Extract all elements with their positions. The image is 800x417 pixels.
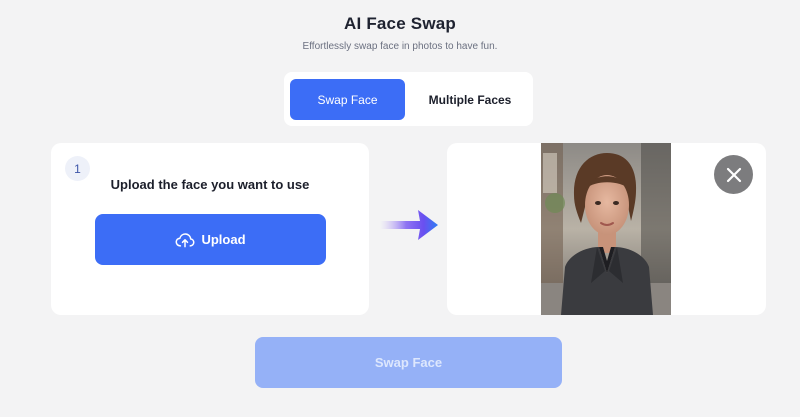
remove-photo-button[interactable] xyxy=(714,155,753,194)
tab-swap-face[interactable]: Swap Face xyxy=(290,79,405,120)
target-photo-card xyxy=(447,143,766,315)
upload-label: Upload xyxy=(201,232,246,247)
page-subtitle: Effortlessly swap face in photos to have… xyxy=(302,41,498,52)
arrow-right-icon xyxy=(380,210,438,240)
target-photo xyxy=(541,143,671,315)
upload-heading: Upload the face you want to use xyxy=(110,177,310,192)
upload-button[interactable]: Upload xyxy=(95,214,326,265)
tab-multiple-faces[interactable]: Multiple Faces xyxy=(413,79,527,120)
page-title: AI Face Swap xyxy=(344,14,456,33)
cloud-upload-icon xyxy=(175,232,195,247)
upload-card: 1 Upload the face you want to use Upload xyxy=(51,143,369,315)
close-icon xyxy=(726,167,741,182)
mode-tabs: Swap Face Multiple Faces xyxy=(284,72,533,126)
swap-face-button[interactable]: Swap Face xyxy=(255,337,562,388)
